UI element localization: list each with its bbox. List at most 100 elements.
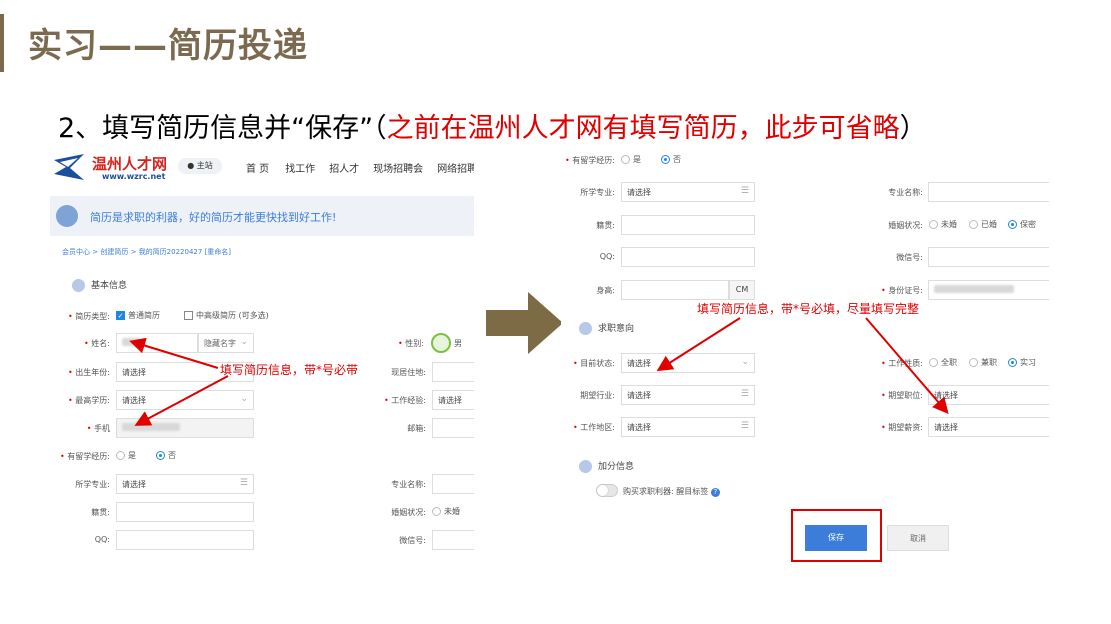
radio-icon bbox=[929, 358, 938, 367]
abroad-no-label: 否 bbox=[168, 451, 176, 460]
qq-input[interactable] bbox=[621, 247, 755, 267]
buy-toggle[interactable] bbox=[596, 484, 618, 497]
major-name-input[interactable] bbox=[432, 474, 474, 494]
salary-label: • 期望薪资: bbox=[881, 423, 923, 432]
major-select[interactable]: 请选择 ☰ bbox=[621, 182, 755, 202]
position-label-text: 期望职位: bbox=[888, 391, 923, 400]
chevron-down-icon: ⌄ bbox=[240, 337, 248, 347]
area-value: 请选择 bbox=[627, 423, 651, 432]
cancel-button[interactable]: 取消 bbox=[887, 525, 949, 551]
position-select[interactable]: 请选择 bbox=[928, 385, 1049, 405]
birth-label: • 出生年份: bbox=[68, 368, 110, 377]
marriage-private[interactable]: 保密 bbox=[1008, 219, 1036, 230]
abroad-no-label: 否 bbox=[673, 155, 681, 164]
id-label: • 身份证号: bbox=[881, 286, 923, 295]
buy-label: 购买求职利器: bbox=[623, 487, 674, 496]
resume-type-normal-label: 普通简历 bbox=[128, 311, 160, 320]
chevron-down-icon: ⌄ bbox=[240, 394, 248, 404]
jobtype-fulltime[interactable]: 全职 bbox=[929, 357, 957, 368]
salary-select[interactable]: 请选择 bbox=[928, 417, 1049, 437]
education-value: 请选择 bbox=[122, 396, 146, 405]
name-input[interactable] bbox=[116, 333, 198, 353]
resume-type-hint: (可多选) bbox=[238, 311, 269, 320]
experience-label: • 工作经验: bbox=[384, 396, 426, 405]
resume-type-normal[interactable]: ✓ 普通简历 bbox=[116, 310, 160, 321]
height-unit: CM bbox=[729, 280, 755, 300]
qq-input[interactable] bbox=[116, 530, 254, 550]
help-icon[interactable]: ? bbox=[710, 488, 720, 497]
marriage-single[interactable]: 未婚 bbox=[929, 219, 957, 230]
residence-input[interactable] bbox=[432, 362, 474, 382]
qq-label: QQ: bbox=[599, 252, 615, 261]
left-annotation: 填写简历信息，带*号必带 bbox=[220, 363, 359, 377]
target-icon bbox=[579, 322, 592, 335]
native-input[interactable] bbox=[621, 215, 755, 235]
qq-label: QQ: bbox=[94, 535, 110, 544]
status-select[interactable]: 请选择 ⌄ bbox=[621, 353, 755, 373]
marriage-label: 婚姻状况: bbox=[888, 221, 923, 230]
area-label-text: 工作地区: bbox=[580, 423, 615, 432]
slide-subtitle: 2、填写简历信息并“保存”（之前在温州人才网有填写简历，此步可省略） bbox=[58, 106, 927, 145]
abroad-yes[interactable]: 是 bbox=[116, 450, 136, 461]
marriage-married[interactable]: 已婚 bbox=[969, 219, 997, 230]
jobtype-parttime[interactable]: 兼职 bbox=[969, 357, 997, 368]
blurred-id bbox=[934, 285, 1014, 293]
phone-input[interactable] bbox=[116, 418, 254, 438]
nav-jobs[interactable]: 找工作 bbox=[285, 164, 315, 175]
wechat-input[interactable] bbox=[432, 530, 474, 550]
nav-job-fair[interactable]: 现场招聘会 bbox=[373, 164, 423, 175]
jobtype-fulltime-label: 全职 bbox=[941, 358, 957, 367]
top-nav: 首 页 找工作 招人才 现场招聘会 网络招聘 bbox=[246, 160, 474, 175]
marriage-single[interactable]: 未婚 bbox=[432, 506, 460, 517]
id-label-text: 身份证号: bbox=[888, 286, 923, 295]
salary-label-text: 期望薪资: bbox=[888, 423, 923, 432]
major-name-input[interactable] bbox=[928, 182, 1049, 202]
nav-home[interactable]: 首 页 bbox=[246, 164, 269, 175]
abroad-no[interactable]: 否 bbox=[661, 154, 681, 165]
education-select[interactable]: 请选择 ⌄ bbox=[116, 390, 254, 410]
native-input[interactable] bbox=[116, 502, 254, 522]
major-select[interactable]: 请选择 ☰ bbox=[116, 474, 254, 494]
jobtype-intern-label: 实习 bbox=[1020, 358, 1036, 367]
email-input[interactable] bbox=[432, 418, 474, 438]
jobtype-intern[interactable]: 实习 bbox=[1008, 357, 1036, 368]
subtitle-suffix: ） bbox=[899, 113, 927, 144]
site-badge[interactable]: ● 主站 bbox=[178, 158, 222, 174]
site-badge-label: 主站 bbox=[196, 161, 213, 170]
experience-select[interactable]: 请选择 bbox=[432, 390, 474, 410]
resume-type-senior[interactable]: 中高级简历 (可多选) bbox=[184, 310, 269, 321]
phone-label-text: 手机 bbox=[94, 424, 110, 433]
industry-select[interactable]: 请选择 ☰ bbox=[621, 385, 755, 405]
section-basic-info: 基本信息 bbox=[72, 278, 127, 292]
education-label: • 最高学历: bbox=[68, 396, 110, 405]
radio-checked-icon bbox=[156, 451, 165, 460]
breadcrumb-create[interactable]: 创建简历 bbox=[100, 248, 128, 256]
gender-male-icon[interactable] bbox=[431, 333, 451, 353]
nav-online[interactable]: 网络招聘 bbox=[437, 164, 474, 175]
gender-label: • 性别: bbox=[398, 339, 424, 348]
radio-checked-icon bbox=[1008, 358, 1017, 367]
residence-label: 现居住地: bbox=[391, 368, 426, 377]
jobtype-label: • 工作性质: bbox=[881, 359, 923, 368]
nav-talent[interactable]: 招人才 bbox=[329, 164, 359, 175]
abroad-no[interactable]: 否 bbox=[156, 450, 176, 461]
breadcrumb-member[interactable]: 会员中心 bbox=[62, 248, 90, 256]
menu-icon: ☰ bbox=[740, 186, 749, 196]
left-resume-form-screenshot: 温州人才网 www.wzrc.net ● 主站 首 页 找工作 招人才 现场招聘会 网络… bbox=[50, 148, 474, 553]
height-input[interactable] bbox=[621, 280, 729, 300]
major-label: 所学专业: bbox=[75, 480, 110, 489]
blurred-name bbox=[122, 338, 140, 346]
chevron-down-icon: ⌄ bbox=[741, 357, 749, 367]
abroad-yes[interactable]: 是 bbox=[621, 154, 641, 165]
radio-icon bbox=[929, 220, 938, 229]
resume-type-label-text: 简历类型: bbox=[75, 312, 110, 321]
major-value: 请选择 bbox=[627, 188, 651, 197]
rename-link[interactable]: [重命名] bbox=[205, 248, 231, 256]
name-label: • 姓名: bbox=[84, 339, 110, 348]
hide-name-select[interactable]: 隐藏名字 ⌄ bbox=[198, 333, 254, 353]
wechat-input[interactable] bbox=[928, 247, 1049, 267]
buy-value: 醒目标签 bbox=[676, 487, 709, 496]
breadcrumb-sep: > bbox=[130, 248, 137, 256]
area-select[interactable]: 请选择 ☰ bbox=[621, 417, 755, 437]
id-input[interactable] bbox=[928, 280, 1049, 300]
